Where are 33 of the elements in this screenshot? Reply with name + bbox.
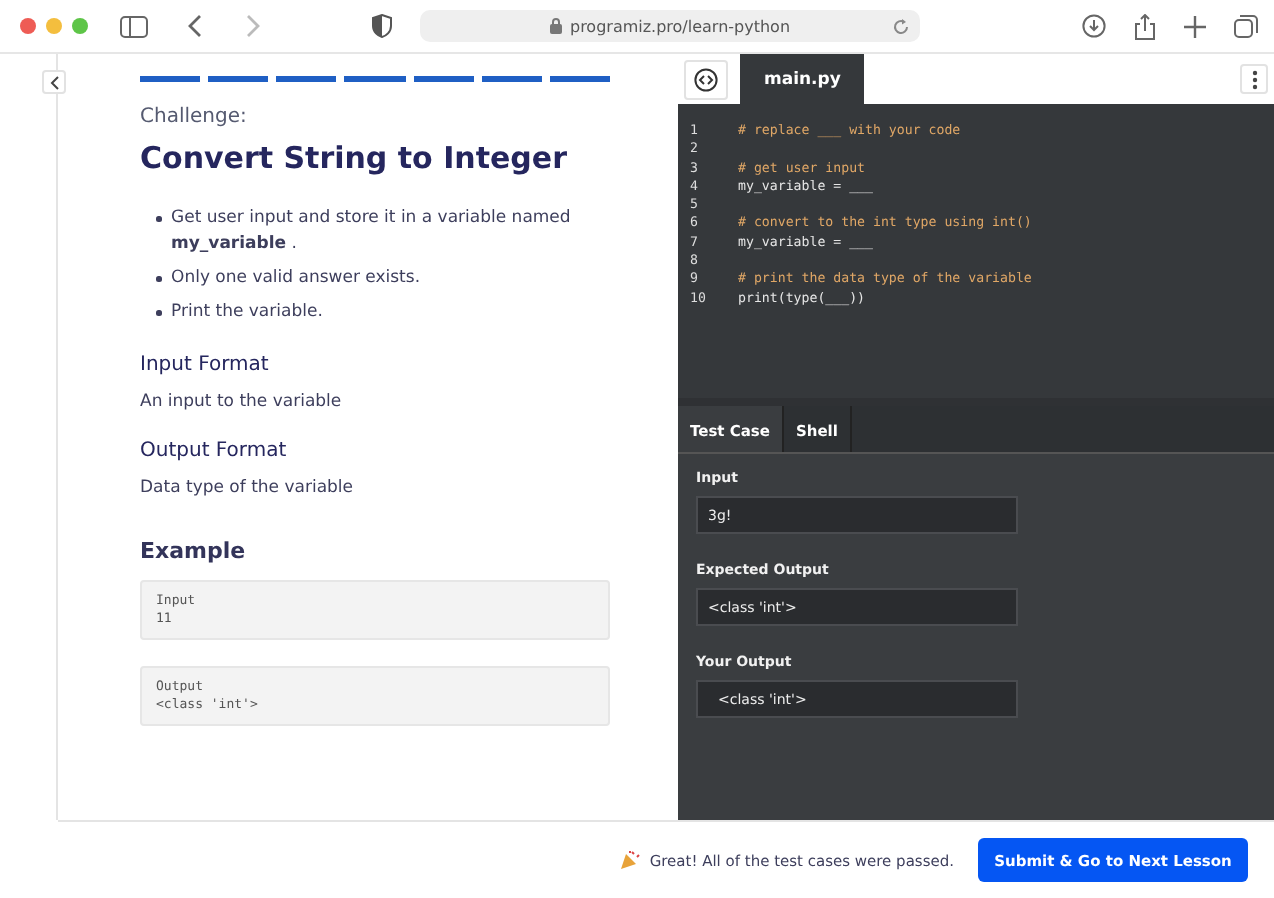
bullet-icon: [156, 216, 161, 221]
url-text: programiz.pro/learn-python: [569, 17, 791, 35]
close-window-icon[interactable]: [20, 18, 36, 34]
section-heading: Input Format: [140, 354, 271, 376]
sidebar-icon[interactable]: [120, 15, 148, 37]
tabs-icon[interactable]: [1234, 14, 1258, 38]
challenge-title: Convert String to Integer: [140, 140, 569, 176]
bullet-icon: [156, 276, 161, 281]
more-options-icon: [1251, 69, 1257, 89]
shield-icon[interactable]: [372, 14, 392, 38]
bullet-text: Get user input and store it in a variable named my_variable .: [171, 206, 571, 258]
back-icon[interactable]: [188, 14, 204, 38]
address-bar[interactable]: programiz.pro/learn-python: [420, 10, 920, 42]
collapse-button[interactable]: [42, 70, 66, 94]
plus-icon[interactable]: [1184, 15, 1206, 37]
section-heading: Output Format: [140, 440, 289, 462]
file-tab[interactable]: main.py: [740, 54, 865, 104]
share-icon[interactable]: [1134, 13, 1156, 39]
chevron-left-icon: [49, 75, 59, 89]
reload-icon[interactable]: [892, 17, 910, 35]
section-text: Data type of the variable: [140, 478, 356, 498]
section-text: An input to the variable: [140, 392, 344, 412]
code-icon: [694, 68, 718, 92]
bullet-icon: [156, 310, 161, 315]
challenge-label: Challenge:: [140, 106, 249, 128]
bullet-text: Only one valid answer exists.: [171, 266, 423, 292]
lock-icon: [549, 18, 562, 34]
party-popper-icon: [619, 850, 640, 870]
download-icon[interactable]: [1082, 14, 1106, 38]
example-heading: Example: [140, 538, 248, 564]
code-toggle-button[interactable]: [684, 60, 728, 100]
bullet-text: Print the variable.: [171, 300, 325, 326]
more-options-button[interactable]: [1240, 64, 1268, 94]
